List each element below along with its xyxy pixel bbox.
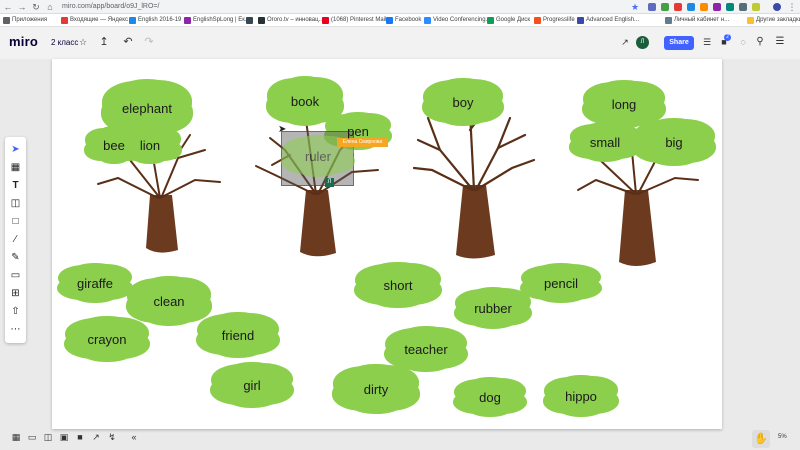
frame-tool-icon[interactable]: ⊞	[5, 288, 26, 300]
creation-toolbar: ➤ ▦ T ◫ □ ∕ ✎ ▭ ⊞ ⇧ ⋯	[5, 137, 26, 343]
comments-icon[interactable]: ◫	[42, 431, 54, 443]
screen: ← → ↻ ⌂ miro.com/app/board/o9J_lRO=/ ★ ⋮…	[0, 0, 800, 450]
word-card-boy[interactable]: boy	[426, 78, 500, 126]
shape-tool-icon[interactable]: □	[5, 216, 26, 228]
sticky-note-icon[interactable]: ◫	[5, 198, 26, 210]
word-card-hippo[interactable]: hippo	[548, 376, 614, 416]
screen-share-icon[interactable]: ▣	[58, 431, 70, 443]
upload-icon[interactable]: ⇧	[5, 306, 26, 318]
hand-tool-icon[interactable]: ✋	[752, 430, 770, 448]
word-card-short[interactable]: short	[358, 262, 438, 308]
select-tool-icon[interactable]: ➤	[5, 144, 26, 156]
text-tool-icon[interactable]: T	[5, 180, 26, 192]
video-icon[interactable]: ■	[74, 431, 86, 443]
word-card-dirty[interactable]: dirty	[336, 364, 416, 414]
word-card-lion[interactable]: lion	[124, 128, 176, 162]
more-tools-icon[interactable]: ⋯	[5, 324, 26, 336]
word-card-big[interactable]: big	[636, 118, 712, 166]
mouse-cursor-icon: ➤	[278, 124, 287, 135]
word-card-friend[interactable]: friend	[200, 312, 276, 358]
collaborator-avatar[interactable]: Л	[325, 178, 334, 187]
collapse-icon[interactable]: «	[128, 431, 140, 443]
word-card-rubber[interactable]: rubber	[458, 288, 528, 328]
word-card-giraffe[interactable]: giraffe	[62, 264, 128, 302]
lightning-icon[interactable]: ↯	[106, 431, 118, 443]
connection-line-icon[interactable]: ∕	[5, 234, 26, 246]
word-card-dog[interactable]: dog	[458, 378, 522, 416]
word-card-girl[interactable]: girl	[214, 362, 290, 408]
word-card-small[interactable]: small	[574, 124, 636, 160]
word-card-crayon[interactable]: crayon	[68, 316, 146, 362]
templates-icon[interactable]: ▦	[5, 162, 26, 174]
tree-3	[412, 108, 536, 259]
grid-icon[interactable]: ▦	[10, 431, 22, 443]
comment-tool-icon[interactable]: ▭	[5, 270, 26, 282]
chat-icon[interactable]: ▭	[26, 431, 38, 443]
pen-tool-icon[interactable]: ✎	[5, 252, 26, 264]
word-card-pencil[interactable]: pencil	[524, 264, 598, 302]
expand-icon[interactable]: ↗	[90, 431, 102, 443]
collaborator-cursor-label: Елена Смирнова	[337, 138, 388, 147]
zoom-level[interactable]: 5%	[778, 434, 787, 440]
